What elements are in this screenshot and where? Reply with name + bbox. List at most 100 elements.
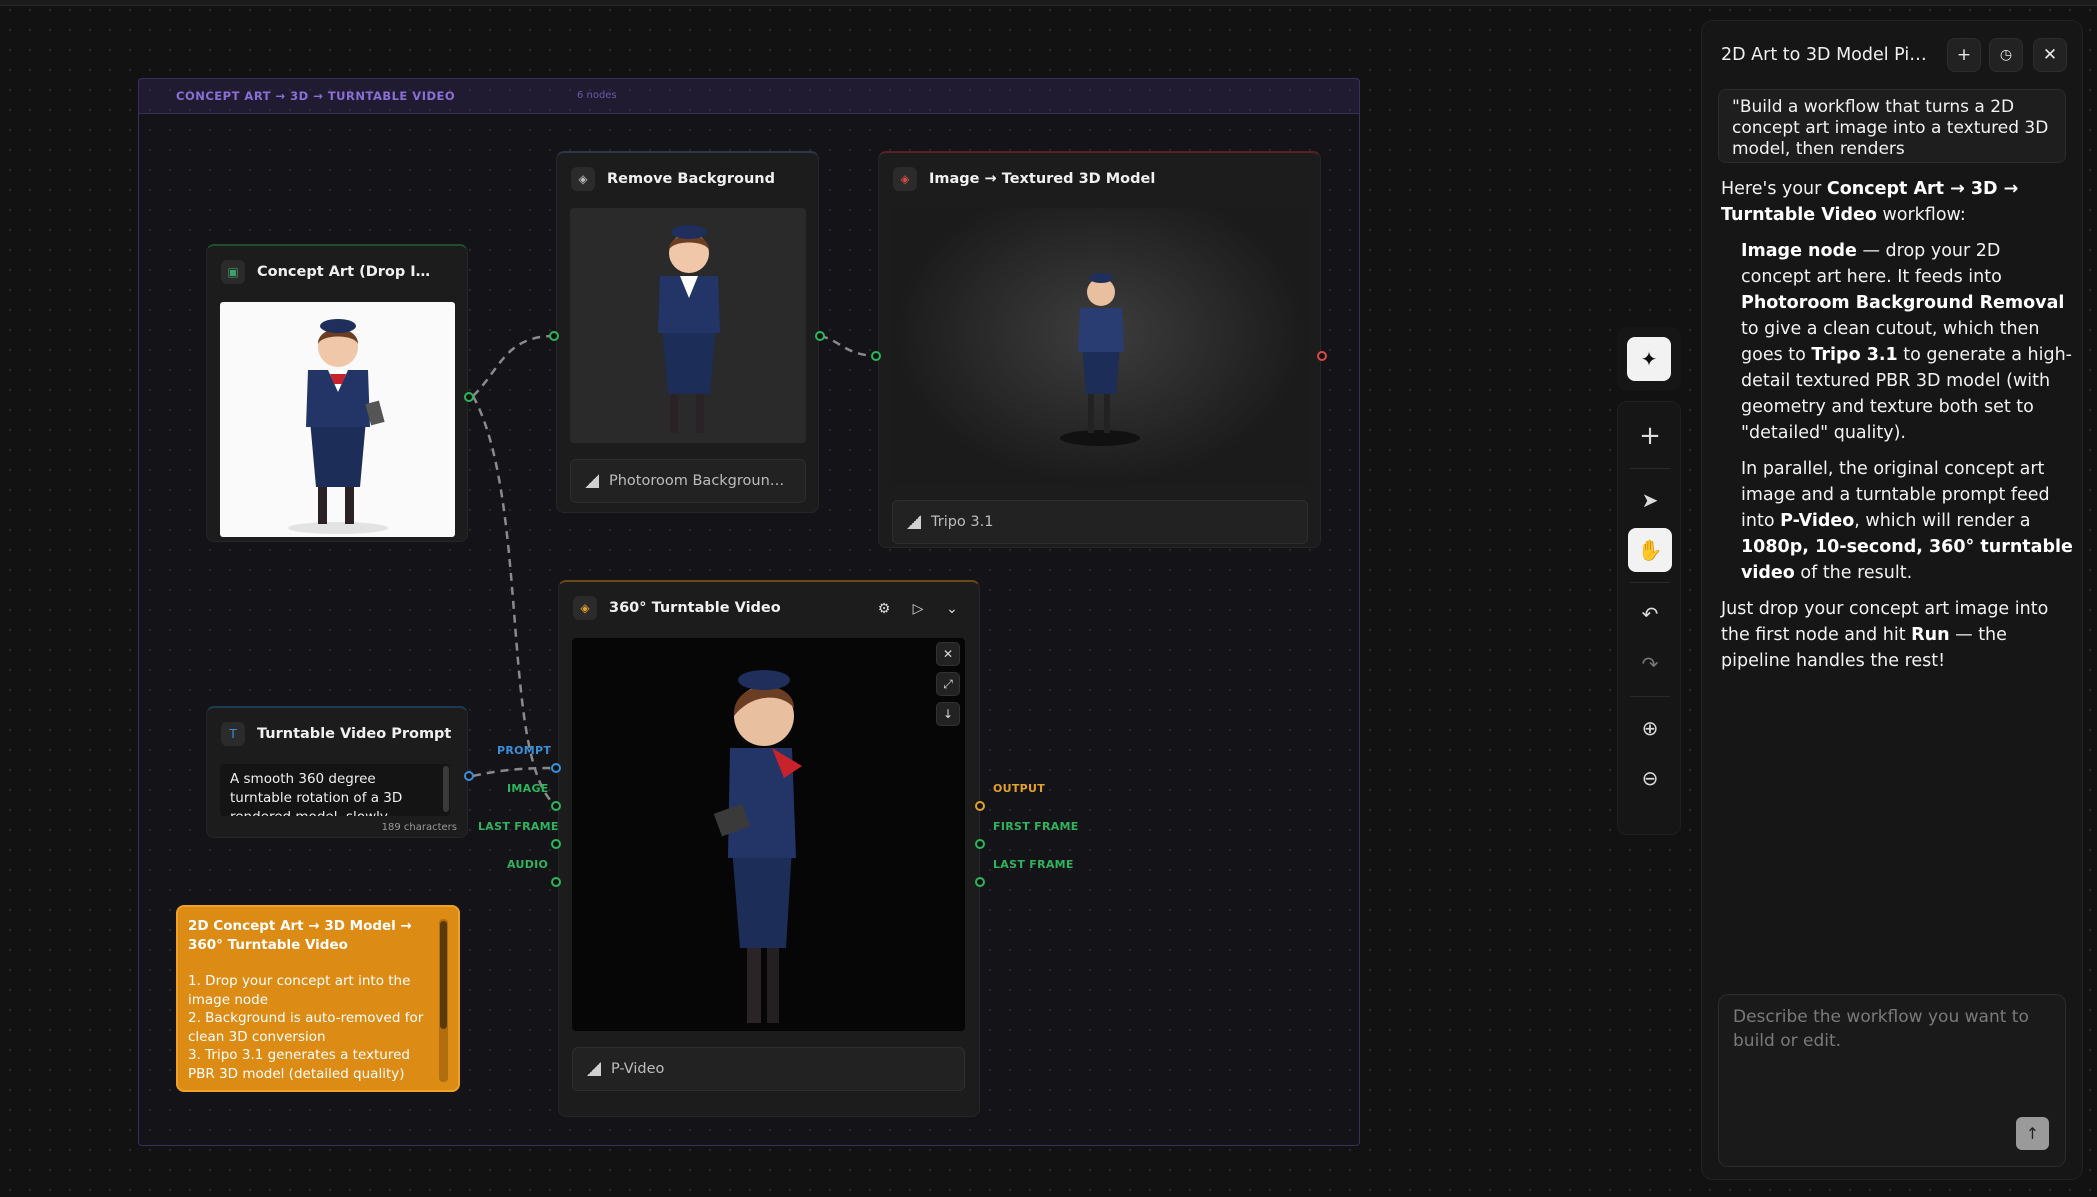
chevron-down-icon[interactable]: ⌄ <box>939 596 965 622</box>
model-selector[interactable]: P-Video <box>572 1047 965 1091</box>
group-header[interactable]: CONCEPT ART → 3D → TURNTABLE VIDEO 6 nod… <box>139 79 1359 114</box>
image-icon: ▣ <box>221 260 245 284</box>
port-label-audio: AUDIO <box>507 858 549 871</box>
3d-model-figure <box>1060 273 1140 446</box>
port-label-last-frame-out: LAST FRAME <box>993 858 1074 871</box>
node-header: ▣ Concept Art (Drop Image Here) <box>221 258 453 286</box>
concept-output-port[interactable] <box>464 392 474 402</box>
workflow-description-input[interactable] <box>1719 995 2065 1115</box>
side-view-figure <box>713 670 802 1023</box>
node-title: Remove Background <box>607 171 775 187</box>
reply-bold: Run <box>1911 625 1950 645</box>
model-selector[interactable]: Tripo 3.1 <box>892 500 1308 544</box>
zoom-out-icon[interactable]: ⊖ <box>1628 756 1672 800</box>
toolbar-divider <box>1630 468 1670 469</box>
add-node-button[interactable]: + <box>1628 414 1672 458</box>
tripo-input-port[interactable] <box>871 351 881 361</box>
settings-gear-icon[interactable]: ⚙ <box>871 596 897 622</box>
canvas-toolbar: + ➤ ✋ ↶ ↷ ⊕ ⊖ <box>1617 401 1681 835</box>
select-pointer-icon[interactable]: ➤ <box>1628 478 1672 522</box>
removebg-output-port[interactable] <box>815 331 825 341</box>
assistant-panel: 2D Art to 3D Model Pipeline + ◷ ✕ "Build… <box>1701 20 2083 1180</box>
video-last-frame-port[interactable] <box>551 839 561 849</box>
sticky-line: 3. Tripo 3.1 generates a textured PBR 3D… <box>188 1047 410 1082</box>
download-icon[interactable]: ↓ <box>936 702 960 726</box>
prompt-text-area[interactable]: A smooth 360 degree turntable rotation o… <box>220 764 450 816</box>
textured-3d-model-preview[interactable] <box>892 208 1308 485</box>
video-image-port[interactable] <box>551 801 561 811</box>
reply-bold: Photoroom Background Removal <box>1741 293 2065 313</box>
sticky-scroll-thumb[interactable] <box>440 921 447 1029</box>
reply-paragraph: Here's your Concept Art → 3D → Turntable… <box>1721 176 2073 228</box>
port-label-first-frame: FIRST FRAME <box>993 820 1079 833</box>
undo-icon[interactable]: ↶ <box>1628 592 1672 636</box>
ai-assist-button[interactable]: ✦ <box>1617 327 1681 391</box>
send-arrow-up-icon[interactable]: ↑ <box>2016 1117 2049 1150</box>
new-chat-plus-icon[interactable]: + <box>1947 38 1981 72</box>
port-label-image: IMAGE <box>507 782 549 795</box>
concept-art-image[interactable] <box>220 302 455 537</box>
port-label-output: OUTPUT <box>993 782 1046 795</box>
prompt-text: A smooth 360 degree turntable rotation o… <box>230 771 403 816</box>
video-audio-port[interactable] <box>551 877 561 887</box>
sticky-line: 2. Background is auto-removed for clean … <box>188 1010 424 1045</box>
concept-art-node[interactable]: ▣ Concept Art (Drop Image Here) <box>206 244 468 542</box>
user-message: "Build a workflow that turns a 2D concep… <box>1718 89 2066 163</box>
video-prompt-port[interactable] <box>551 763 561 773</box>
model-icon <box>585 474 599 488</box>
model-name: Photoroom Background Removal <box>609 473 789 489</box>
video-first-frame-port[interactable] <box>975 839 985 849</box>
redo-icon[interactable]: ↷ <box>1628 642 1672 686</box>
close-icon[interactable]: ✕ <box>936 642 960 666</box>
text-icon: T <box>221 722 245 746</box>
sparkle-icon[interactable]: ✦ <box>1627 337 1671 381</box>
turntable-video-node[interactable]: ◈ 360° Turntable Video ⚙ ▷ ⌄ ✕ ⤢ ↓ P-Vid… <box>558 580 980 1117</box>
removebg-input-port[interactable] <box>549 331 559 341</box>
assistant-reply: Here's your Concept Art → 3D → Turntable… <box>1721 176 2073 684</box>
remove-background-node[interactable]: ◈ Remove Background Photoroom Background… <box>556 151 819 513</box>
node-title: Image → Textured 3D Model <box>929 171 1156 187</box>
reply-bold: Image node <box>1741 241 1857 261</box>
removed-background-image[interactable] <box>570 208 806 443</box>
prompt-output-port[interactable] <box>464 771 474 781</box>
toolbar-divider <box>1630 582 1670 583</box>
expand-icon[interactable]: ⤢ <box>936 672 960 696</box>
pan-hand-icon[interactable]: ✋ <box>1628 528 1672 572</box>
turntable-prompt-node[interactable]: T Turntable Video Prompt A smooth 360 de… <box>206 706 468 838</box>
prompt-char-count: 189 characters <box>381 822 457 833</box>
video-last-frame-out-port[interactable] <box>975 877 985 887</box>
cutout-figure <box>658 225 720 433</box>
toolbar-divider <box>1630 696 1670 697</box>
group-node-count: 6 nodes <box>577 90 617 101</box>
sticky-title: 2D Concept Art → 3D Model → 360° Turntab… <box>188 918 412 953</box>
top-bar <box>0 0 2097 6</box>
turntable-video-preview[interactable] <box>572 638 965 1031</box>
reply-paragraph: Just drop your concept art image into th… <box>1721 596 2073 674</box>
chat-input-box[interactable]: ↑ <box>1718 994 2066 1167</box>
zoom-in-icon[interactable]: ⊕ <box>1628 706 1672 750</box>
model-selector[interactable]: Photoroom Background Removal <box>570 459 806 503</box>
model-icon <box>907 515 921 529</box>
layers-icon: ◈ <box>893 167 917 191</box>
flight-attendant-figure <box>288 319 388 534</box>
tripo-3d-node[interactable]: ◈ Image → Textured 3D Model Tripo 3.1 <box>878 151 1321 548</box>
node-title: Concept Art (Drop Image Here) <box>257 264 437 280</box>
node-header: ◈ Remove Background <box>571 165 804 193</box>
sticky-note[interactable]: 2D Concept Art → 3D Model → 360° Turntab… <box>176 905 460 1092</box>
reply-bold: Tripo 3.1 <box>1811 345 1898 365</box>
node-header: T Turntable Video Prompt <box>221 720 453 748</box>
layers-icon: ◈ <box>571 167 595 191</box>
history-clock-icon[interactable]: ◷ <box>1989 38 2023 72</box>
video-output-port[interactable] <box>975 801 985 811</box>
node-header: ◈ Image → Textured 3D Model <box>893 165 1306 193</box>
tripo-output-port[interactable] <box>1317 351 1327 361</box>
model-name: P-Video <box>611 1061 665 1077</box>
model-icon <box>587 1062 601 1076</box>
panel-title: 2D Art to 3D Model Pipeline <box>1721 45 1937 65</box>
close-panel-icon[interactable]: ✕ <box>2033 38 2067 72</box>
prompt-scrollbar[interactable] <box>443 766 449 812</box>
layers-icon: ◈ <box>573 596 597 620</box>
node-title: Turntable Video Prompt <box>257 726 452 742</box>
reply-paragraph: In parallel, the original concept art im… <box>1721 456 2073 586</box>
run-play-icon[interactable]: ▷ <box>905 596 931 622</box>
